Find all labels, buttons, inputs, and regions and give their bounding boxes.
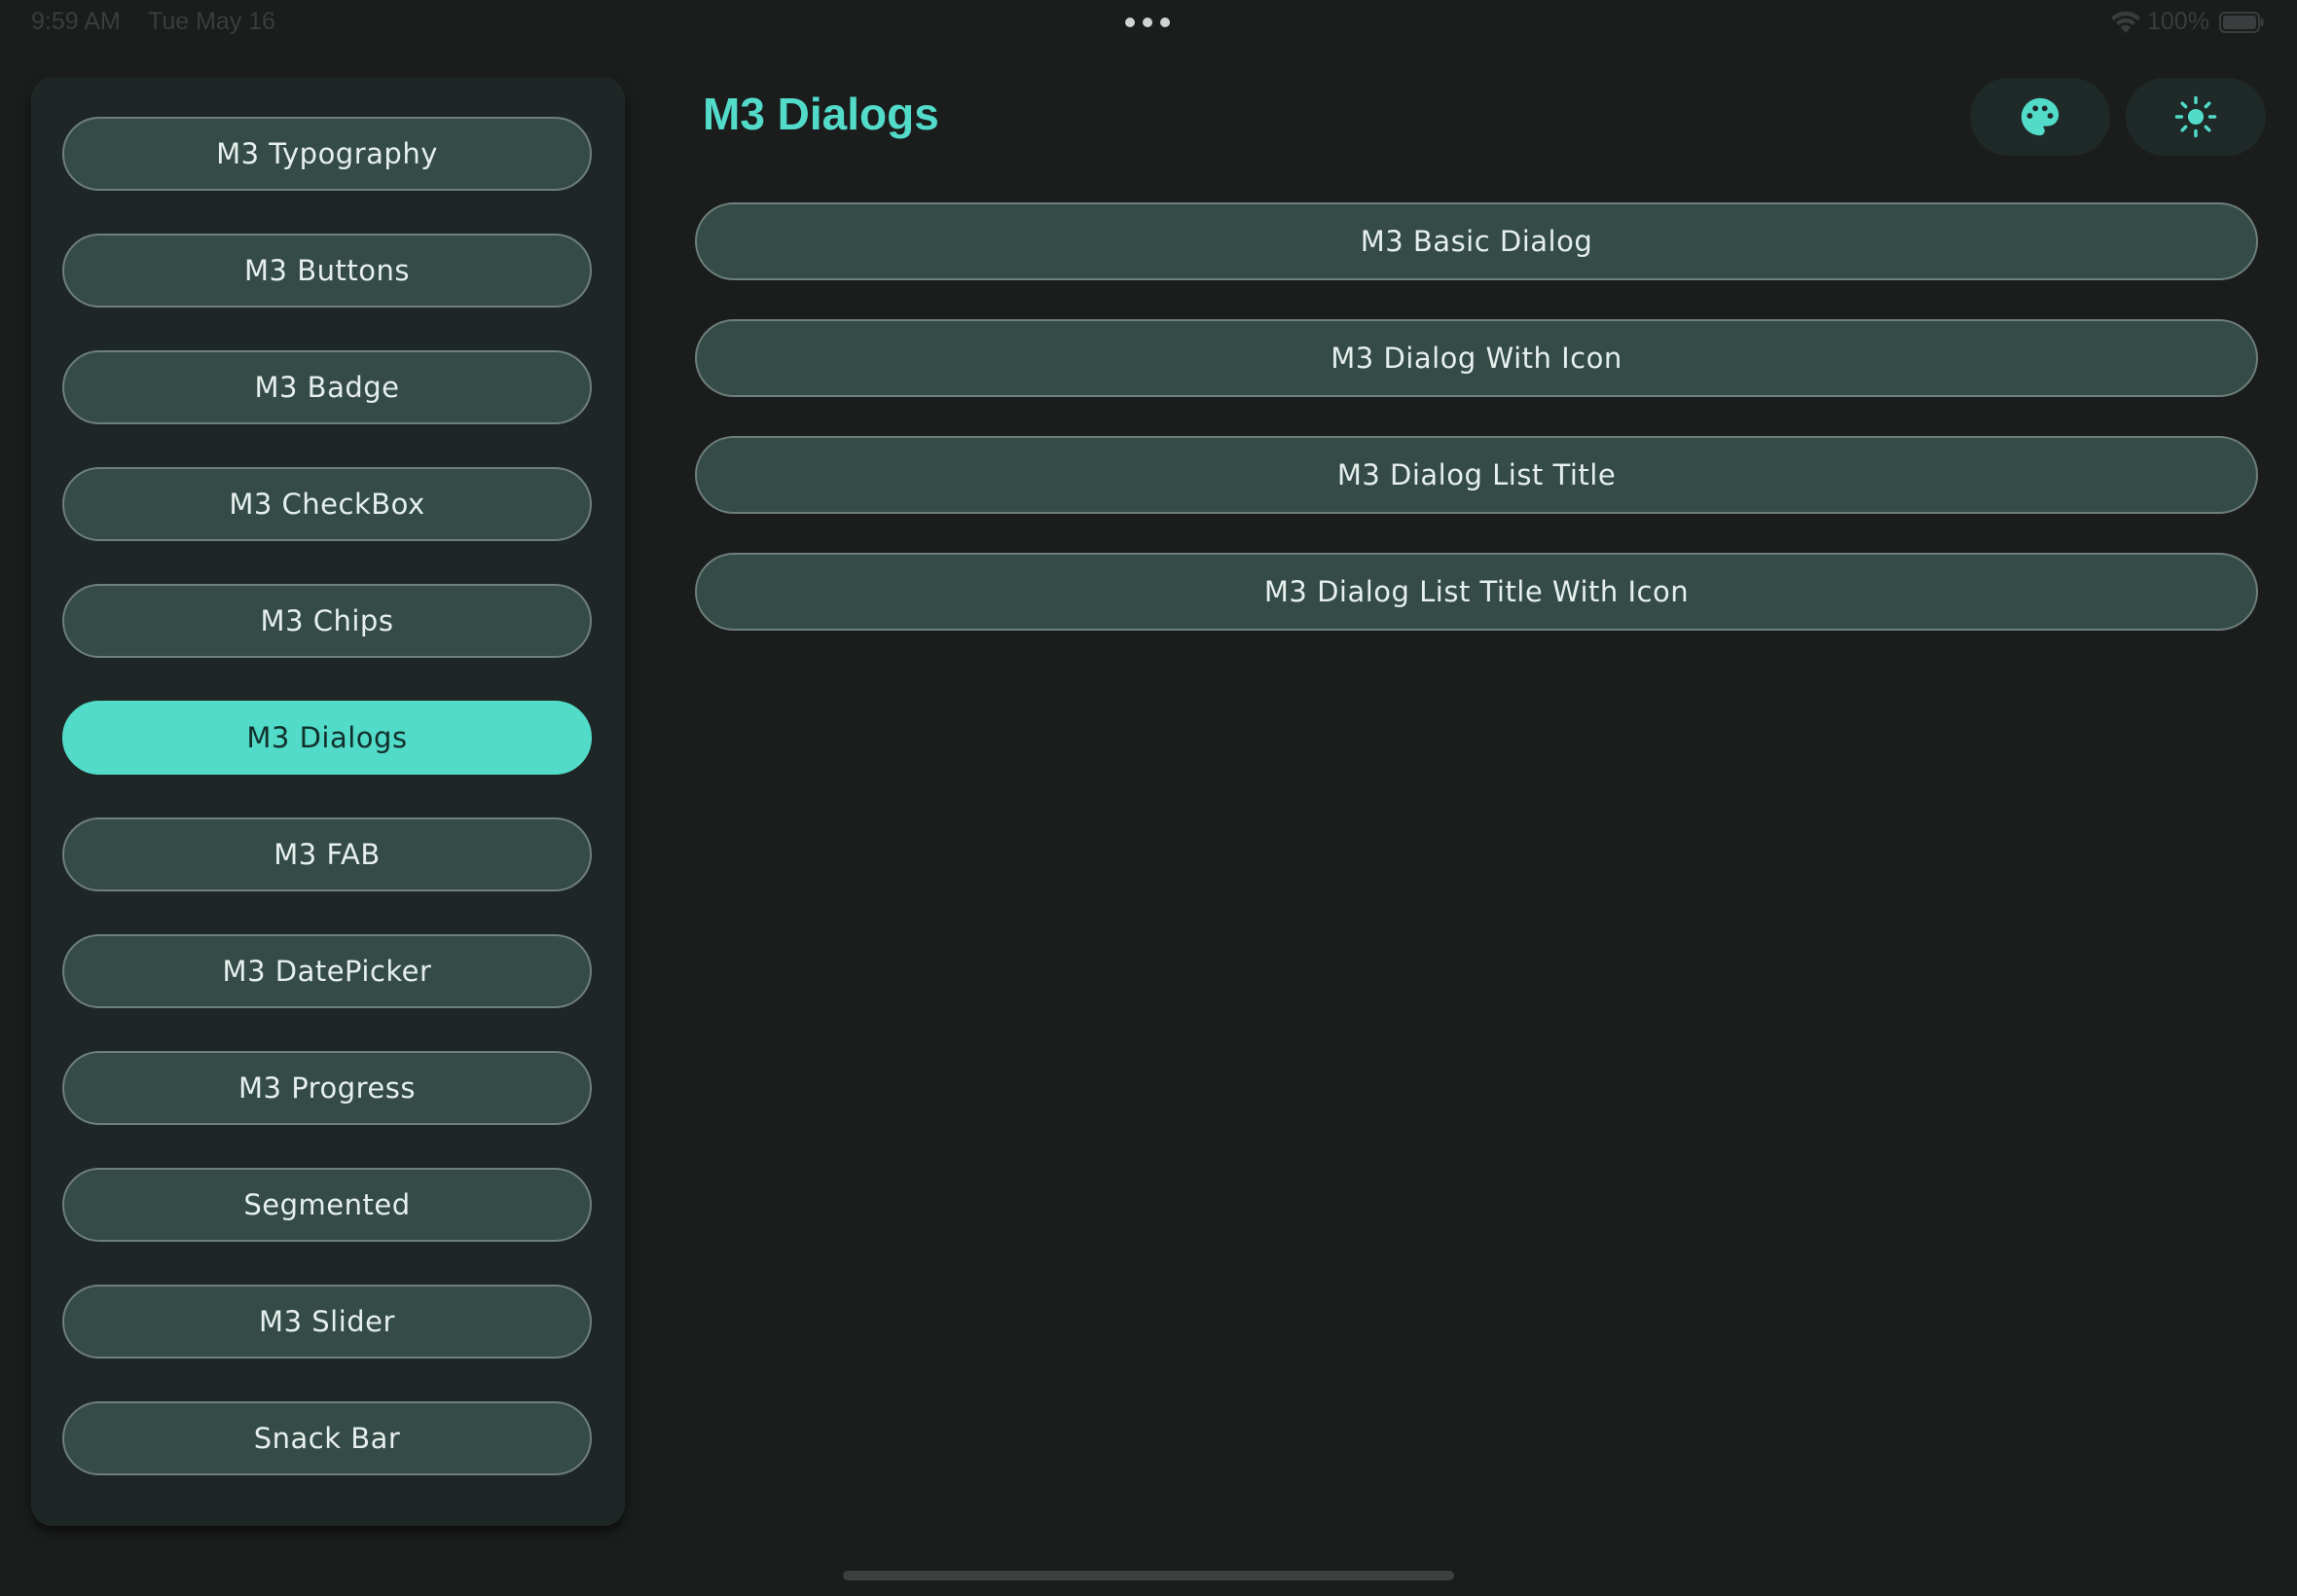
palette-icon bbox=[2021, 97, 2060, 136]
sidebar-item-badge[interactable]: M3 Badge bbox=[62, 350, 592, 424]
dialog-list-title-button[interactable]: M3 Dialog List Title bbox=[695, 436, 2258, 514]
multitasking-dots-icon[interactable] bbox=[1125, 18, 1170, 27]
dialog-list-title-with-icon-button[interactable]: M3 Dialog List Title With Icon bbox=[695, 553, 2258, 631]
status-time: 9:59 AM bbox=[31, 8, 121, 35]
sidebar-item-progress[interactable]: M3 Progress bbox=[62, 1051, 592, 1125]
sidebar-item-segmented[interactable]: Segmented bbox=[62, 1168, 592, 1242]
sidebar-item-checkbox[interactable]: M3 CheckBox bbox=[62, 467, 592, 541]
theme-toggle-button[interactable] bbox=[2126, 78, 2266, 156]
sidebar-item-snackbar[interactable]: Snack Bar bbox=[62, 1401, 592, 1475]
sidebar-item-dialogs[interactable]: M3 Dialogs bbox=[62, 701, 592, 775]
wifi-icon bbox=[2111, 11, 2140, 33]
brightness-icon bbox=[2174, 95, 2217, 138]
sidebar-item-chips[interactable]: M3 Chips bbox=[62, 584, 592, 658]
page-title: M3 Dialogs bbox=[703, 89, 939, 139]
battery-percent: 100% bbox=[2147, 8, 2209, 35]
status-bar: 9:59 AM Tue May 16 100% bbox=[0, 0, 2297, 45]
sidebar-item-slider[interactable]: M3 Slider bbox=[62, 1285, 592, 1359]
palette-button[interactable] bbox=[1970, 78, 2110, 156]
sidebar-item-buttons[interactable]: M3 Buttons bbox=[62, 234, 592, 308]
dialog-with-icon-button[interactable]: M3 Dialog With Icon bbox=[695, 319, 2258, 397]
sidebar-item-fab[interactable]: M3 FAB bbox=[62, 817, 592, 891]
home-indicator[interactable] bbox=[843, 1571, 1454, 1580]
sidebar: M3 Typography M3 Buttons M3 Badge M3 Che… bbox=[31, 78, 625, 1526]
status-date: Tue May 16 bbox=[148, 8, 276, 35]
sidebar-item-datepicker[interactable]: M3 DatePicker bbox=[62, 934, 592, 1008]
basic-dialog-button[interactable]: M3 Basic Dialog bbox=[695, 202, 2258, 280]
sidebar-item-typography[interactable]: M3 Typography bbox=[62, 117, 592, 191]
battery-icon bbox=[2219, 12, 2264, 33]
